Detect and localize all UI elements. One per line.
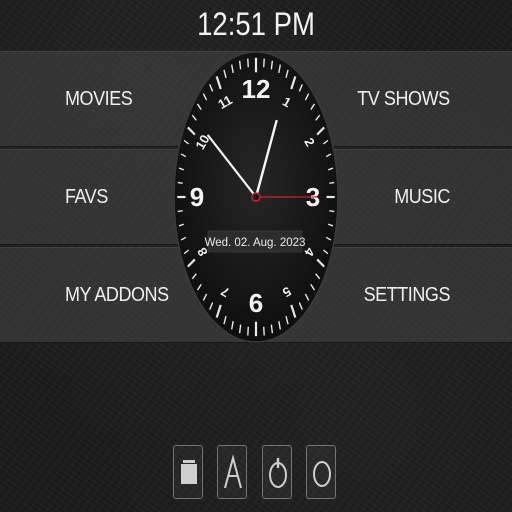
power-button[interactable] (262, 445, 292, 499)
clock-center (251, 192, 261, 202)
menu-item-settings[interactable]: SETTINGS (364, 284, 451, 307)
minor-tick (177, 209, 183, 213)
analog-clock: 12 3 6 9 1245781011 Wed. 02. Aug. 2023 (173, 51, 339, 343)
menu-item-my-addons[interactable]: MY ADDONS (65, 284, 169, 307)
bottom-bar (171, 445, 339, 501)
current-time: 12:51 PM (197, 6, 315, 42)
numeral-9: 9 (190, 182, 204, 212)
numeral-12: 12 (242, 74, 271, 104)
addons-button[interactable] (217, 445, 247, 499)
menu-item-music[interactable]: MUSIC (394, 186, 450, 209)
minor-tick (247, 58, 249, 68)
date-text: Wed. 02. Aug. 2023 (205, 237, 306, 249)
menu-item-movies[interactable]: MOVIES (65, 88, 133, 111)
favourites-box-icon (181, 460, 197, 484)
power-icon (269, 458, 287, 488)
minor-tick (329, 209, 335, 213)
circle-icon (313, 461, 331, 487)
addons-a-icon (224, 454, 242, 489)
minor-tick (263, 58, 265, 68)
menu-item-tv-shows[interactable]: TV SHOWS (358, 88, 451, 111)
favourites-button[interactable] (173, 445, 203, 499)
circle-button[interactable] (306, 445, 336, 499)
minor-tick (247, 326, 249, 336)
minor-tick (263, 326, 265, 336)
minor-tick (329, 181, 335, 185)
numeral-6: 6 (249, 288, 263, 318)
minor-tick (177, 181, 183, 185)
menu-item-favs[interactable]: FAVS (65, 186, 108, 209)
